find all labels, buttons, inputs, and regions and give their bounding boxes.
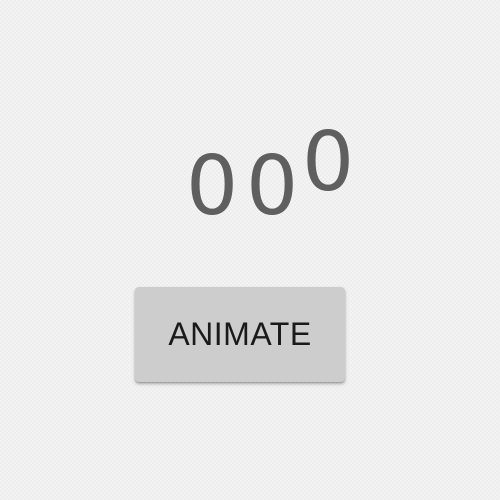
app-screen: 0 0 0 ANIMATE [0, 0, 500, 500]
counter-digit-1: 0 [186, 139, 239, 234]
animate-button[interactable]: ANIMATE [135, 287, 345, 382]
animate-button-label: ANIMATE [168, 316, 312, 352]
counter-digit-3: 0 [302, 115, 355, 210]
counter-digit-2: 0 [246, 139, 299, 234]
counter-display: 0 0 0 [186, 120, 366, 240]
